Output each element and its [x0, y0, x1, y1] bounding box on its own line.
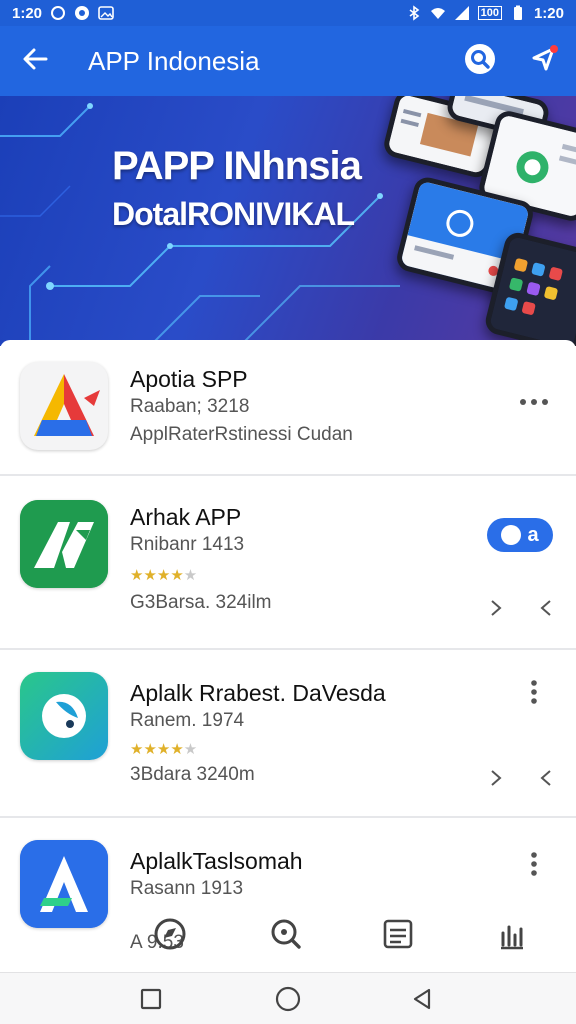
more-vertical-icon [530, 851, 538, 882]
banner-title: PAPP INhnsia [112, 144, 362, 188]
back-icon [411, 988, 433, 1015]
wifi-icon [430, 5, 446, 21]
leaf-logo-icon [42, 694, 86, 738]
share-icon [529, 44, 559, 79]
app-meta: Rasann 1913 [130, 878, 244, 899]
chevron-left-icon[interactable] [532, 594, 560, 622]
app-icon-arhak [20, 500, 108, 588]
list-item[interactable]: Apotia SPP Raaban; 3218 ApplRaterRstines… [0, 340, 576, 476]
bookmark-icon [495, 917, 529, 956]
search-zoom-icon [268, 916, 304, 957]
app-description: ApplRaterRstinessi Cudan [130, 424, 353, 445]
home-icon [275, 986, 301, 1017]
status-left: 1:20 [12, 5, 114, 22]
arrow-left-icon [22, 46, 48, 77]
signal-icon [454, 5, 470, 21]
letter-a-logo-icon [34, 374, 100, 436]
install-toggle[interactable]: a [487, 518, 553, 552]
chevron-left-icon[interactable] [532, 764, 560, 792]
rating-stars: ★★★★★ [130, 567, 198, 584]
page-title: APP Indonesia [88, 45, 260, 76]
app-name: Aplalk Rrabest. DaVesda [130, 680, 386, 706]
app-meta: Ranem. 1974 [130, 710, 245, 731]
notification-icon [50, 5, 66, 21]
app-description: G3Barsa. 324ilm [130, 592, 272, 613]
more-options-button[interactable] [514, 674, 554, 714]
back-button[interactable] [0, 26, 70, 96]
app-icon-aplalk [20, 672, 108, 760]
status-right: 100 1:20 [406, 5, 564, 22]
hero-banner[interactable]: PAPP INhnsia DotalRONIVIKAL [0, 96, 576, 346]
app-list: Apotia SPP Raaban; 3218 ApplRaterRstines… [0, 340, 576, 972]
chevron-right-icon[interactable] [482, 594, 510, 622]
bluetooth-icon [406, 5, 422, 21]
letter-a-logo-icon [20, 500, 108, 588]
toggle-knob [501, 525, 522, 545]
app-icon-apotia [20, 362, 108, 450]
tab-search[interactable] [266, 916, 306, 956]
more-horizontal-icon [519, 393, 549, 411]
more-vertical-icon [530, 679, 538, 710]
compass-icon [152, 916, 188, 957]
toggle-label: a [527, 523, 539, 546]
search-icon [464, 43, 496, 80]
app-name: AplalkTaslsomah [130, 848, 303, 874]
bottom-tab-bar [0, 900, 576, 972]
list-item[interactable]: Arhak APP Rnibanr 1413 ★★★★★ G3Barsa. 32… [0, 478, 576, 650]
back-nav-button[interactable] [404, 983, 440, 1019]
screen: 1:20 100 1:20 APP Indonesia PAPP INhnsia… [0, 0, 576, 1024]
app-meta: Rnibanr 1413 [130, 534, 245, 555]
more-options-button[interactable] [514, 846, 554, 886]
tab-list[interactable] [378, 916, 418, 956]
tab-explore[interactable] [150, 916, 190, 956]
more-options-button[interactable] [514, 382, 554, 422]
status-bar: 1:20 100 1:20 [0, 0, 576, 26]
tab-stats[interactable] [492, 916, 532, 956]
home-button[interactable] [270, 983, 306, 1019]
rating-stars: ★★★★★ [130, 741, 198, 758]
status-time-right: 1:20 [533, 4, 564, 22]
recent-apps-icon [140, 988, 162, 1015]
chevron-right-icon[interactable] [482, 764, 510, 792]
status-time-left: 1:20 [12, 4, 43, 22]
search-button[interactable] [448, 26, 512, 96]
app-bar-actions [448, 26, 576, 96]
banner-subtitle: DotalRONIVIKAL [112, 196, 355, 232]
battery-label: 100 [477, 6, 502, 20]
list-icon [381, 917, 415, 956]
app-meta: Raaban; 3218 [130, 396, 250, 417]
share-button[interactable] [512, 26, 576, 96]
image-icon [98, 5, 114, 21]
app-bar: APP Indonesia [0, 26, 576, 96]
recent-apps-button[interactable] [133, 983, 169, 1019]
system-nav-bar [0, 972, 576, 1024]
app-name: Arhak APP [130, 504, 242, 530]
list-item[interactable]: Aplalk Rrabest. DaVesda Ranem. 1974 ★★★★… [0, 652, 576, 818]
chat-icon [74, 5, 90, 21]
app-name: Apotia SPP [130, 366, 248, 392]
app-description: 3Bdara 3240m [130, 764, 255, 785]
battery-icon [510, 5, 526, 21]
